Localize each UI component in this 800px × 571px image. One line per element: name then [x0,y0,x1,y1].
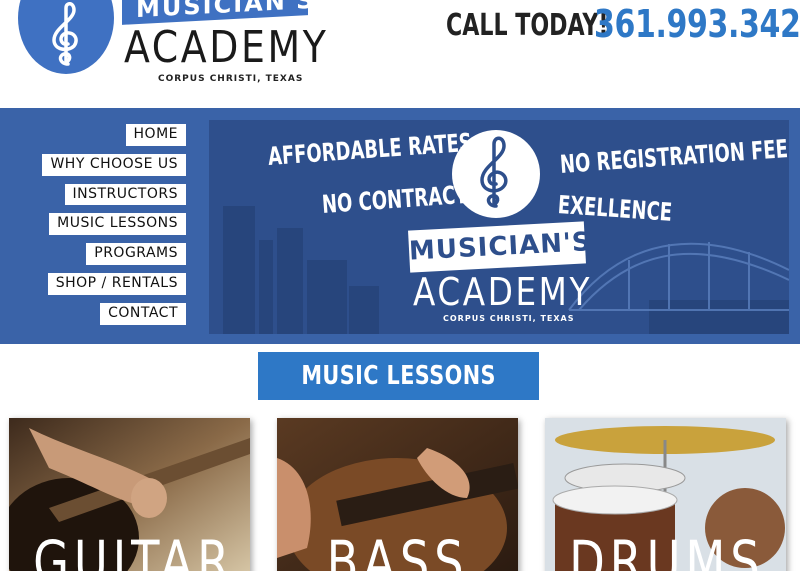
lesson-card-drums[interactable]: DRUMS [545,418,786,571]
hero-treble-clef-icon [452,130,540,218]
logo-bottom-text: ACADEMY [124,22,329,73]
treble-clef-logo-icon [18,0,114,74]
phone-number-link[interactable]: 361.993.3428 [594,2,800,46]
lesson-card-bass[interactable]: BASS [277,418,518,571]
nav-item-shop-rentals[interactable]: SHOP / RENTALS [47,272,186,295]
lesson-card-drums-label: DRUMS [569,528,765,571]
music-lessons-heading: MUSIC LESSONS [258,352,539,400]
logo-city-text: CORPUS CHRISTI, TEXAS [158,74,304,84]
call-today-label: CALL TODAY! [446,8,609,43]
hero-image: AFFORDABLE RATES NO CONTRACT NO REGISTRA… [209,120,789,334]
nav-item-contact[interactable]: CONTACT [100,302,186,325]
lesson-card-guitar[interactable]: GUITAR [9,418,250,571]
hero-logo-bottom-text: ACADEMY [413,270,592,314]
hero-logo-city-text: CORPUS CHRISTI, TEXAS [443,314,575,323]
music-lessons-heading-text: MUSIC LESSONS [301,361,496,391]
nav-item-instructors[interactable]: INSTRUCTORS [64,183,186,206]
nav-item-programs[interactable]: PROGRAMS [86,243,186,265]
lesson-card-bass-label: BASS [326,528,469,571]
nav-item-why-choose-us[interactable]: WHY CHOOSE US [42,153,186,176]
lesson-card-guitar-label: GUITAR [33,528,235,571]
banner: HOME WHY CHOOSE US INSTRUCTORS MUSIC LES… [0,108,800,344]
nav-item-music-lessons[interactable]: MUSIC LESSONS [49,213,186,236]
nav-item-home[interactable]: HOME [125,124,186,146]
main-nav: HOME WHY CHOOSE US INSTRUCTORS MUSIC LES… [42,124,186,325]
